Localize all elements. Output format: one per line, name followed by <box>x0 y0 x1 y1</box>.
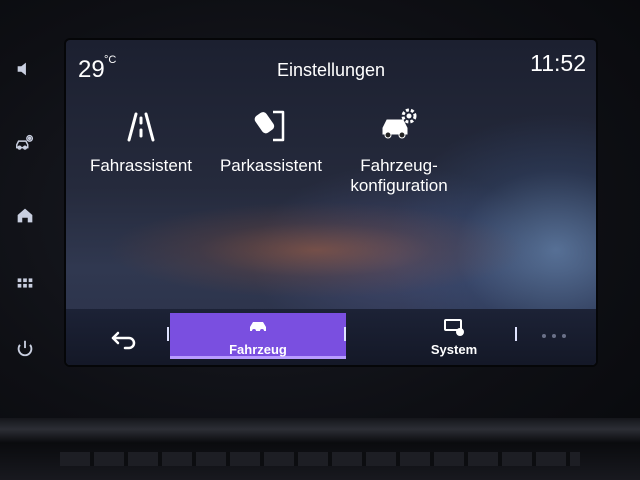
power-button[interactable] <box>8 332 42 366</box>
nav-separator <box>344 327 346 341</box>
home-button[interactable] <box>8 198 42 232</box>
system-settings-icon <box>444 319 464 336</box>
volume-button[interactable] <box>8 52 42 86</box>
apps-grid-icon <box>17 278 33 288</box>
tile-fahrassistent[interactable]: Fahrassistent <box>76 100 206 176</box>
side-button-rail <box>0 40 58 380</box>
nav-separator <box>515 327 517 341</box>
tile-label: Fahrzeug- konfiguration <box>334 156 464 196</box>
touch-screen: 29 °C Einstellungen 11:52 Fahrassistent … <box>66 40 596 365</box>
more-button[interactable] <box>542 331 566 341</box>
parking-assist-icon <box>254 110 285 142</box>
tile-label-line1: Fahrzeug- <box>360 156 438 175</box>
page-title: Einstellungen <box>276 60 386 80</box>
dashboard-trim <box>0 418 640 480</box>
tile-label: Parkassistent <box>219 156 323 175</box>
bottom-nav-bar: Fahrzeug System <box>66 309 596 365</box>
tile-fahrzeugkonfiguration[interactable]: Fahrzeug- konfiguration <box>334 100 464 196</box>
tile-label: Fahrassistent <box>89 156 193 175</box>
nav-separator <box>167 327 169 341</box>
back-arrow-icon <box>111 331 136 350</box>
tab-label: System <box>430 342 478 357</box>
tab-system[interactable]: System <box>384 313 524 359</box>
air-vent-slats <box>60 452 580 466</box>
more-dots-icon <box>542 334 546 338</box>
tab-fahrzeug[interactable]: Fahrzeug <box>170 313 346 359</box>
tile-label-line2: konfiguration <box>350 176 448 195</box>
back-button[interactable] <box>110 329 144 353</box>
clock: 11:52 <box>530 50 586 76</box>
tile-parkassistent[interactable]: Parkassistent <box>206 100 336 176</box>
volume-icon <box>17 62 26 76</box>
vehicle-settings-icon <box>382 108 417 139</box>
home-icon <box>17 208 33 223</box>
power-icon <box>17 340 33 357</box>
car-icon <box>250 322 266 333</box>
vehicle-settings-icon <box>16 134 34 150</box>
lane-assist-icon <box>127 112 155 142</box>
apps-button[interactable] <box>8 266 42 300</box>
vehicle-settings-button[interactable] <box>8 126 42 160</box>
tab-label: Fahrzeug <box>229 342 287 357</box>
more-dots-icon <box>552 334 556 338</box>
more-dots-icon <box>562 334 566 338</box>
